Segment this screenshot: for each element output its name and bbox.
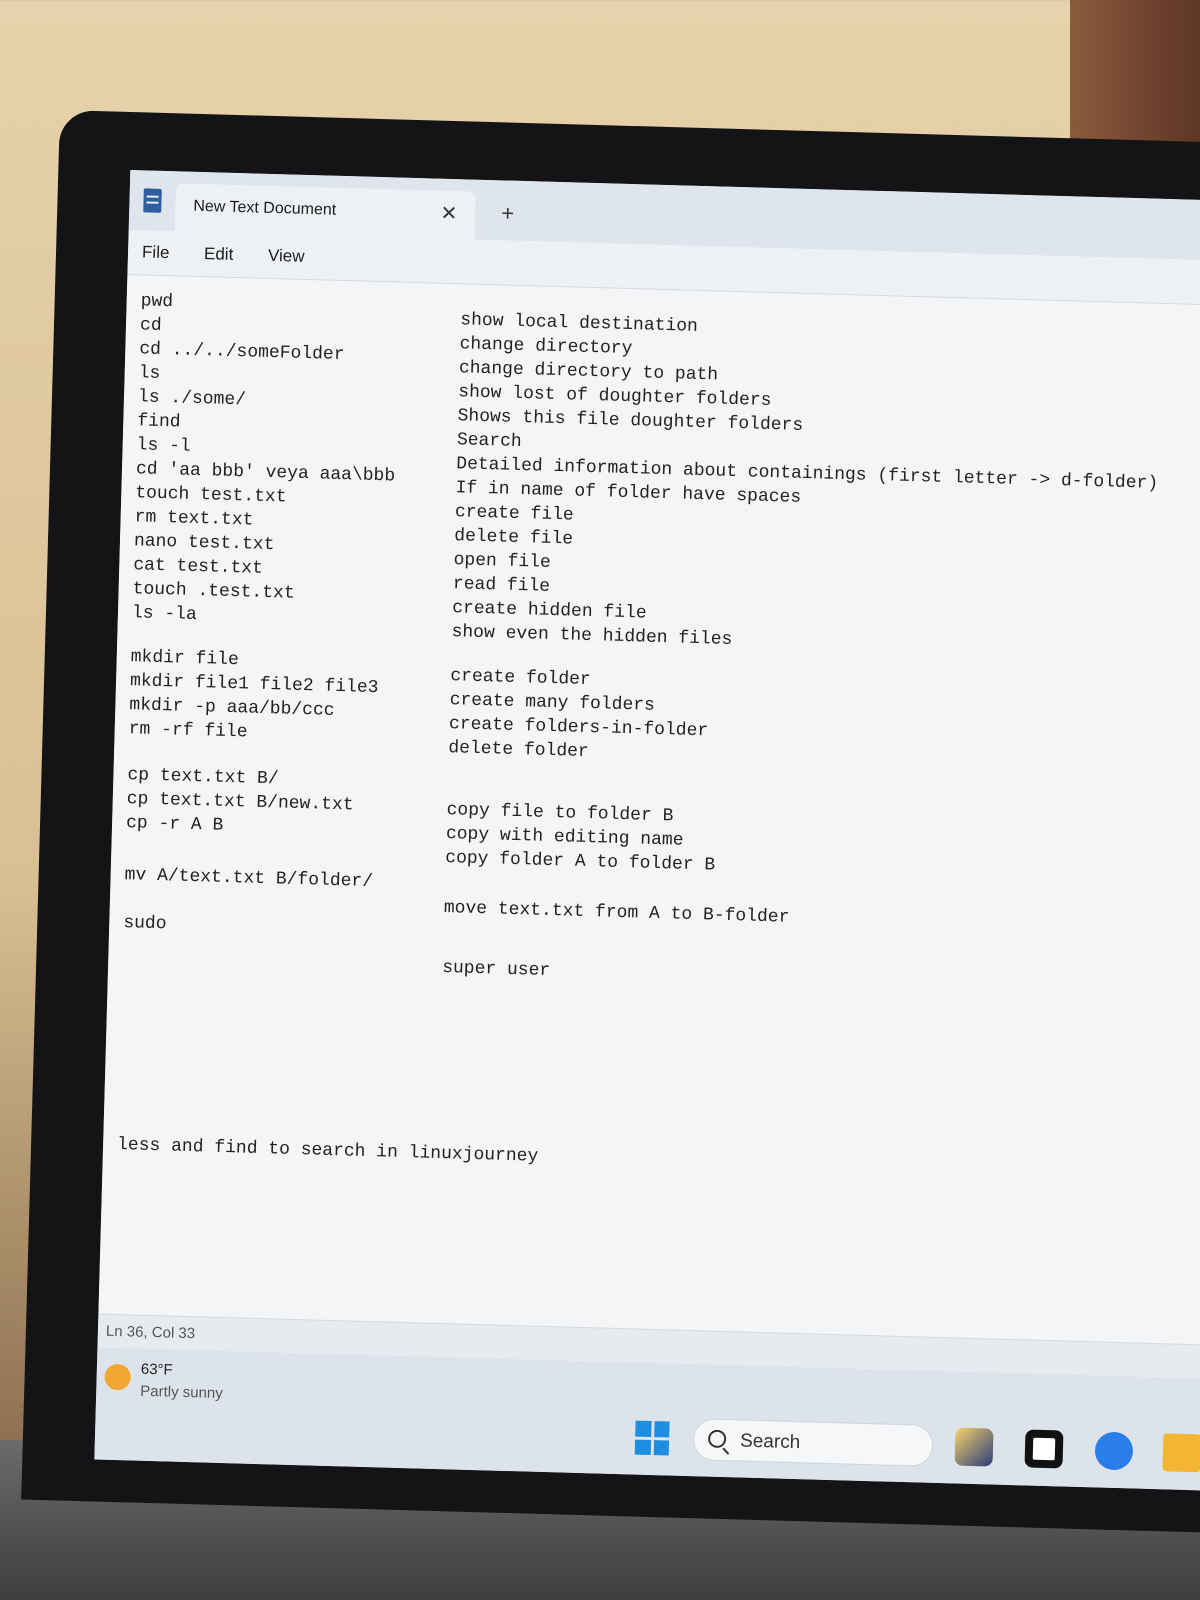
video-call-icon[interactable] [1094, 1431, 1134, 1471]
description-line: create many folders [449, 690, 656, 716]
description-line: change directory to path [458, 358, 719, 386]
command-line: touch test.txt [135, 483, 287, 508]
command-line: mv A/text.txt B/folder/ [124, 865, 374, 893]
tab-title: New Text Document [193, 197, 337, 219]
file-explorer-icon[interactable] [1162, 1433, 1200, 1473]
command-line: nano test.txt [133, 531, 275, 556]
command-line: cat test.txt [133, 555, 264, 579]
weather-partly-sunny-icon[interactable] [104, 1363, 132, 1391]
notepad-icon [143, 188, 162, 213]
description-line: read file [452, 574, 551, 597]
description-line: create folders-in-folder [448, 714, 709, 742]
command-line: touch .test.txt [132, 579, 295, 604]
text-editor[interactable]: pwd show local destination cd change dir… [98, 273, 1200, 1346]
command-line: sudo [123, 913, 167, 935]
menu-view[interactable]: View [268, 246, 305, 267]
description-line: open file [453, 550, 552, 573]
description-line: copy folder A to folder B [444, 848, 716, 876]
screen: New Text Document ✕ + File Edit View pwd… [94, 169, 1200, 1492]
search-label: Search [739, 1430, 801, 1454]
windows-start-icon[interactable] [634, 1420, 670, 1456]
description-line: copy file to folder B [446, 800, 674, 827]
command-line: mkdir file [130, 647, 240, 671]
description-line: create folder [450, 666, 592, 691]
command-line: ls -l [136, 435, 191, 457]
weather-description[interactable]: Partly sunny [140, 1383, 223, 1402]
new-tab-button[interactable]: + [501, 200, 515, 226]
search-icon [707, 1429, 727, 1449]
description-line: change directory [459, 334, 633, 360]
command-line: mkdir -p aaa/bb/ccc [129, 695, 335, 721]
command-line: ls ./some/ [137, 387, 247, 411]
command-line: ls -la [131, 603, 198, 626]
command-line: pwd [140, 291, 174, 313]
menu-file[interactable]: File [142, 242, 170, 263]
files-app-icon[interactable] [1024, 1429, 1064, 1469]
command-line: find [137, 411, 181, 433]
command-line: ls [138, 363, 161, 384]
game-app-icon[interactable] [954, 1427, 994, 1467]
document-tab[interactable]: New Text Document ✕ [174, 183, 476, 240]
description-line: copy with editing name [445, 824, 684, 851]
description-line: super user [441, 958, 551, 982]
command-line: cd 'aa bbb' veya aaa\bbb [135, 459, 396, 487]
description-line: create file [454, 502, 574, 526]
description-line: show even the hidden files [451, 622, 733, 650]
weather-temperature[interactable]: 63°F [141, 1361, 173, 1379]
command-line: cd [139, 315, 162, 336]
description-line: move text.txt from A to B-folder [443, 898, 790, 928]
description-line: show local destination [460, 310, 699, 337]
description-line: Search [456, 430, 523, 453]
command-line: cp text.txt B/new.txt [126, 789, 354, 816]
laptop-bezel: New Text Document ✕ + File Edit View pwd… [21, 110, 1200, 1535]
description-line: delete folder [448, 738, 589, 763]
command-line: cp text.txt B/ [127, 765, 279, 790]
command-line: rm text.txt [134, 507, 254, 531]
menu-edit[interactable]: Edit [204, 244, 234, 265]
command-line: mkdir file1 file2 file3 [129, 671, 379, 699]
command-line: cp -r A B [125, 813, 224, 836]
footer-note: less and find to search in linuxjourney [116, 1135, 539, 1167]
background-wall [1070, 0, 1200, 150]
cursor-position: Ln 36, Col 33 [105, 1322, 196, 1343]
close-icon[interactable]: ✕ [440, 201, 457, 226]
description-line: create hidden file [451, 598, 647, 624]
description-line: delete file [453, 526, 574, 550]
taskbar-search-box[interactable]: Search [692, 1418, 934, 1467]
command-line: rm -rf file [128, 719, 248, 743]
command-line: cd ../../someFolder [139, 339, 345, 366]
